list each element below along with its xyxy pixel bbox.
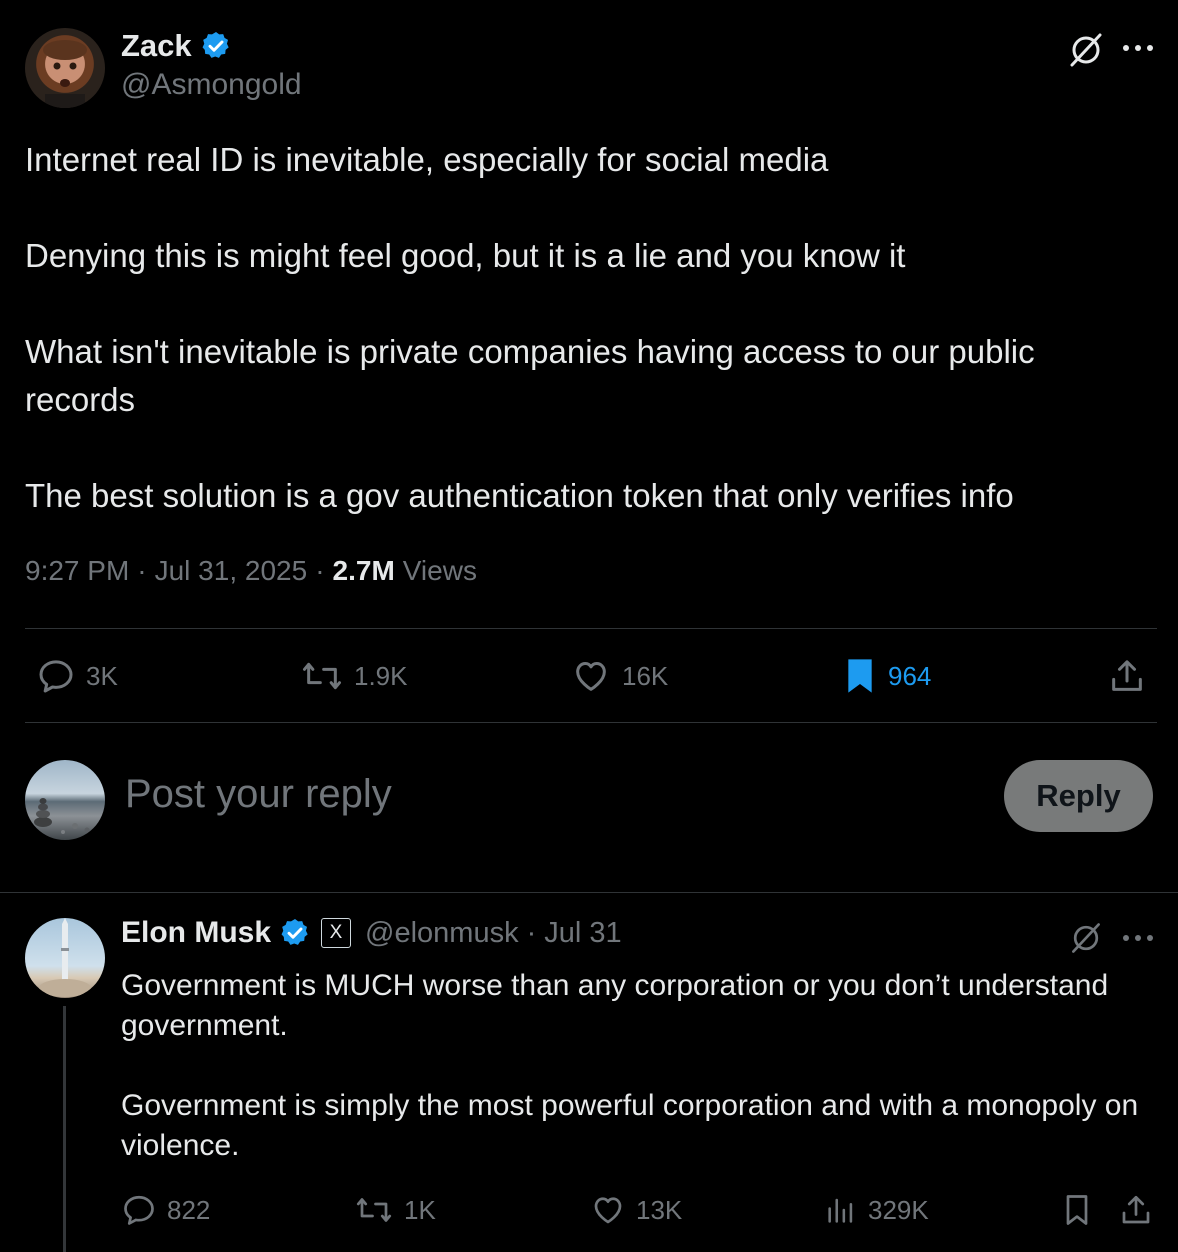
bookmark-icon bbox=[842, 656, 878, 696]
reply-icon bbox=[121, 1192, 157, 1228]
meta-separator: · bbox=[315, 555, 325, 586]
reply-count: 3K bbox=[86, 660, 118, 691]
reply-paragraph: Government is MUCH worse than any corpor… bbox=[121, 969, 1109, 1042]
meta-separator: · bbox=[137, 555, 147, 586]
share-icon[interactable] bbox=[1118, 1192, 1154, 1228]
like-action[interactable]: 13K bbox=[590, 1192, 682, 1228]
like-icon bbox=[570, 656, 612, 696]
reply-action[interactable]: 3K bbox=[36, 656, 118, 696]
bookmark-action[interactable]: 964 bbox=[842, 656, 931, 696]
affiliate-badge: X bbox=[321, 918, 352, 948]
like-count: 13K bbox=[636, 1194, 683, 1225]
views-action[interactable]: 329K bbox=[824, 1192, 929, 1228]
reply-date[interactable]: Jul 31 bbox=[544, 917, 621, 950]
more-icon[interactable] bbox=[1121, 926, 1155, 950]
reply-button[interactable]: Reply bbox=[1004, 760, 1153, 832]
reply-action[interactable]: 822 bbox=[121, 1192, 210, 1228]
reply-paragraph: Government is simply the most powerful c… bbox=[121, 1089, 1139, 1162]
repost-action[interactable]: 1K bbox=[354, 1192, 436, 1228]
verified-icon bbox=[279, 917, 311, 949]
divider bbox=[25, 628, 1157, 629]
x-logo-icon: X bbox=[329, 922, 343, 943]
meta-separator: · bbox=[526, 916, 537, 949]
reply-icon bbox=[36, 656, 76, 696]
user-avatar[interactable] bbox=[25, 760, 105, 840]
thread-line bbox=[63, 1006, 66, 1252]
tweet-paragraph: Denying this is might feel good, but it … bbox=[25, 237, 906, 274]
like-count: 16K bbox=[622, 660, 669, 691]
share-icon[interactable] bbox=[1107, 656, 1147, 696]
grok-icon[interactable] bbox=[1068, 920, 1104, 956]
author-avatar[interactable] bbox=[25, 28, 105, 108]
tweet-paragraph: What isn't inevitable is private compani… bbox=[25, 333, 1035, 418]
tweet-time[interactable]: 9:27 PM bbox=[25, 555, 129, 587]
grok-icon[interactable] bbox=[1066, 30, 1106, 70]
reply-input[interactable]: Post your reply bbox=[125, 772, 392, 817]
tweet-paragraph: The best solution is a gov authenticatio… bbox=[25, 477, 1014, 514]
like-icon bbox=[590, 1192, 626, 1228]
repost-action[interactable]: 1.9K bbox=[300, 656, 408, 696]
tweet-meta: 9:27 PM · Jul 31, 2025 · 2.7M Views bbox=[25, 555, 477, 587]
author-name[interactable]: Zack bbox=[121, 28, 192, 64]
tweet-date[interactable]: Jul 31, 2025 bbox=[155, 555, 308, 587]
author-handle[interactable]: @Asmongold bbox=[121, 68, 302, 102]
bookmark-icon[interactable] bbox=[1060, 1192, 1094, 1228]
repost-count: 1K bbox=[404, 1194, 436, 1225]
reply-count: 822 bbox=[167, 1194, 211, 1225]
verified-icon bbox=[200, 30, 232, 62]
views-count: 329K bbox=[868, 1194, 929, 1225]
divider bbox=[0, 892, 1178, 893]
reply-author-avatar[interactable] bbox=[25, 918, 105, 998]
views-label: Views bbox=[402, 555, 477, 586]
bookmark-count: 964 bbox=[888, 660, 932, 691]
repost-icon bbox=[300, 656, 344, 696]
like-action[interactable]: 16K bbox=[570, 656, 668, 696]
repost-icon bbox=[354, 1192, 394, 1228]
tweet-paragraph: Internet real ID is inevitable, especial… bbox=[25, 141, 829, 178]
divider bbox=[25, 722, 1157, 723]
repost-count: 1.9K bbox=[354, 660, 408, 691]
more-icon[interactable] bbox=[1121, 36, 1155, 60]
views-count: 2.7M bbox=[332, 555, 395, 586]
reply-author-name[interactable]: Elon Musk bbox=[121, 916, 271, 950]
reply-author-handle[interactable]: @elonmusk bbox=[365, 917, 519, 950]
views-icon bbox=[824, 1192, 858, 1228]
